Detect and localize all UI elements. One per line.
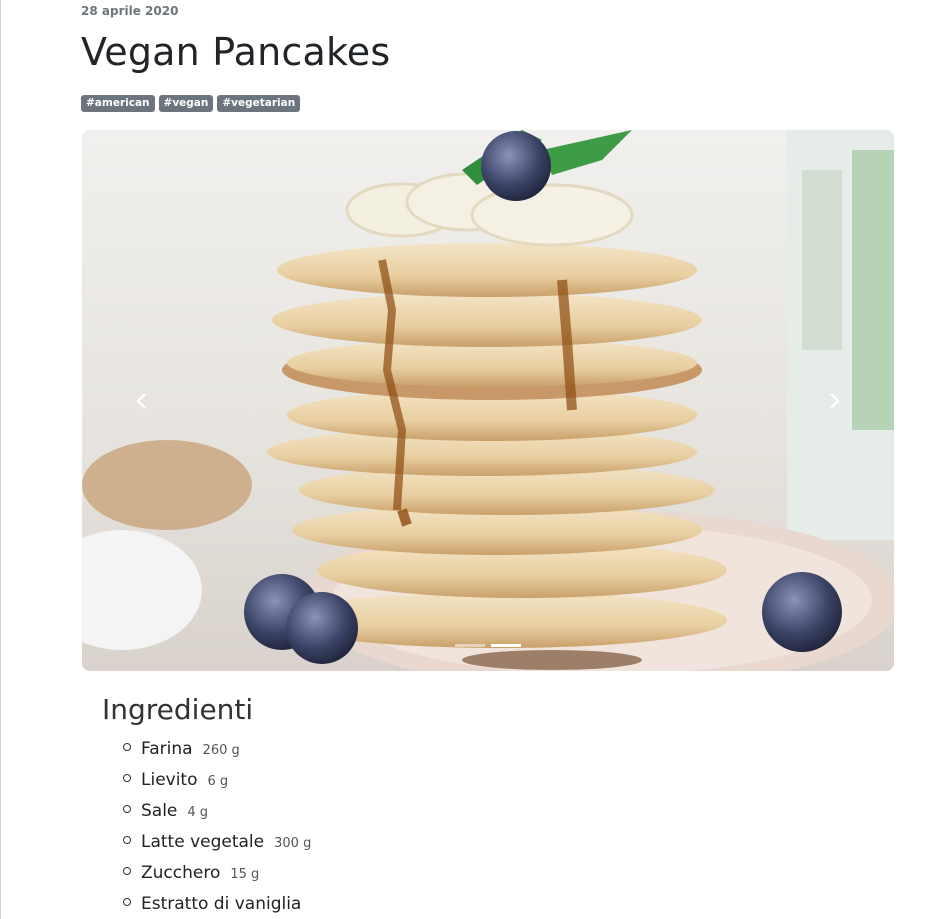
ingredient-qty: 6 g bbox=[207, 774, 229, 789]
ingredient-qty: 15 g bbox=[230, 867, 260, 882]
bullet-icon bbox=[123, 774, 131, 782]
tag-vegan[interactable]: #vegan bbox=[158, 95, 214, 112]
list-item: Sale 4 g bbox=[123, 801, 311, 832]
ingredient-qty: 260 g bbox=[202, 743, 240, 758]
list-item: Estratto di vaniglia bbox=[123, 894, 311, 919]
ingredients-heading: Ingredienti bbox=[102, 693, 254, 726]
ingredient-name: Lievito bbox=[141, 770, 198, 790]
carousel-indicator-1[interactable] bbox=[455, 644, 485, 647]
ingredient-qty: 4 g bbox=[187, 805, 209, 820]
carousel-next-button[interactable] bbox=[774, 130, 894, 671]
tag-american[interactable]: #american bbox=[81, 95, 155, 112]
carousel-prev-button[interactable] bbox=[82, 130, 202, 671]
ingredient-name: Zucchero bbox=[141, 863, 221, 883]
page-title: Vegan Pancakes bbox=[81, 30, 391, 74]
chevron-right-icon bbox=[830, 392, 840, 409]
ingredient-name: Sale bbox=[141, 801, 178, 821]
ingredients-list: Farina 260 g Lievito 6 g Sale 4 g Latte … bbox=[123, 739, 311, 919]
pancakes-photo bbox=[82, 130, 894, 671]
post-date: 28 aprile 2020 bbox=[81, 4, 179, 18]
list-item: Farina 260 g bbox=[123, 739, 311, 770]
list-item: Zucchero 15 g bbox=[123, 863, 311, 894]
ingredient-name: Estratto di vaniglia bbox=[141, 894, 302, 914]
ingredient-qty: 300 g bbox=[274, 836, 312, 851]
tag-vegetarian[interactable]: #vegetarian bbox=[217, 95, 301, 112]
image-carousel[interactable] bbox=[82, 130, 894, 671]
tag-list: #american #vegan #vegetarian bbox=[81, 95, 301, 112]
list-item: Lievito 6 g bbox=[123, 770, 311, 801]
bullet-icon bbox=[123, 867, 131, 875]
bullet-icon bbox=[123, 805, 131, 813]
ingredient-name: Latte vegetale bbox=[141, 832, 265, 852]
ingredient-name: Farina bbox=[141, 739, 193, 759]
bullet-icon bbox=[123, 898, 131, 906]
list-item: Latte vegetale 300 g bbox=[123, 832, 311, 863]
bullet-icon bbox=[123, 743, 131, 751]
chevron-left-icon bbox=[136, 392, 146, 409]
carousel-indicator-2[interactable] bbox=[491, 644, 521, 647]
recipe-page: 28 aprile 2020 Vegan Pancakes #american … bbox=[0, 0, 940, 919]
carousel-indicators bbox=[82, 644, 894, 647]
bullet-icon bbox=[123, 836, 131, 844]
